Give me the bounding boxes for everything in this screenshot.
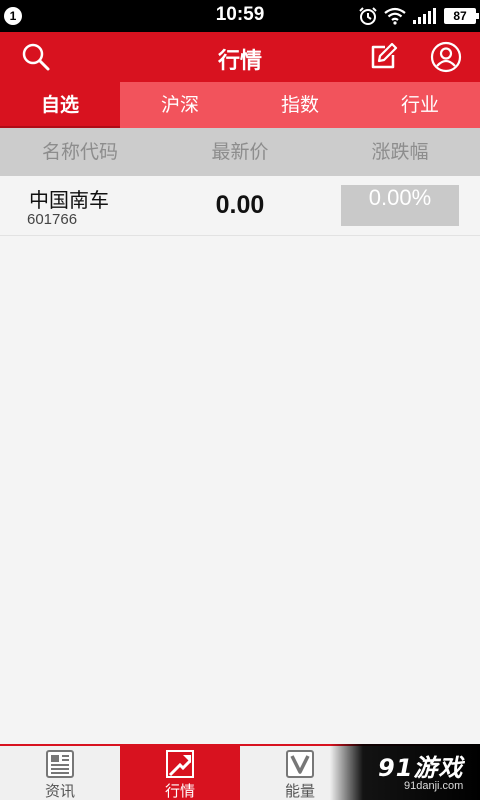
tab-industry[interactable]: 行业 (360, 82, 480, 128)
nav-market[interactable]: 行情 (120, 746, 240, 800)
user-icon[interactable] (430, 41, 462, 73)
edit-icon[interactable] (367, 41, 399, 73)
status-bar: 1 10:59 87 (0, 0, 480, 32)
column-change-percent[interactable]: 涨跌幅 (320, 128, 480, 176)
nav-news-label: 资讯 (44, 782, 75, 800)
battery-icon: 87 (444, 8, 479, 24)
stock-change-badge: 0.00% (341, 185, 459, 226)
tab-index[interactable]: 指数 (240, 82, 360, 128)
stock-name: 中国南车 (29, 188, 109, 212)
tab-watchlist[interactable]: 自选 (0, 82, 120, 128)
stock-row[interactable]: 中国南车 601766 0.00 0.00% (0, 176, 480, 236)
news-icon (46, 750, 74, 778)
signal-icon (413, 8, 436, 24)
tab-shanghai-shenzhen[interactable]: 沪深 (120, 82, 240, 128)
stock-price: 0.00 (215, 191, 265, 219)
stock-code: 601766 (27, 211, 78, 228)
column-latest-price[interactable]: 最新价 (160, 128, 320, 176)
market-tabs: 自选 沪深 指数 行业 (0, 82, 480, 128)
wifi-icon (384, 7, 406, 25)
watermark-url: 91danji.com (404, 780, 464, 792)
watermark-logo: 91游戏 (378, 754, 464, 782)
status-icons: 87 (358, 5, 479, 27)
energy-icon (286, 750, 314, 778)
watermark: 91游戏 91danji.com (330, 744, 480, 800)
alarm-icon (359, 7, 377, 25)
title-bar: 行情 (0, 32, 480, 82)
page-title: 行情 (217, 49, 262, 74)
column-name-code[interactable]: 名称代码 (0, 128, 160, 176)
nav-market-label: 行情 (164, 782, 195, 800)
trend-icon (166, 750, 194, 778)
nav-news[interactable]: 资讯 (0, 746, 120, 800)
column-header: 名称代码 最新价 涨跌幅 (0, 128, 480, 176)
